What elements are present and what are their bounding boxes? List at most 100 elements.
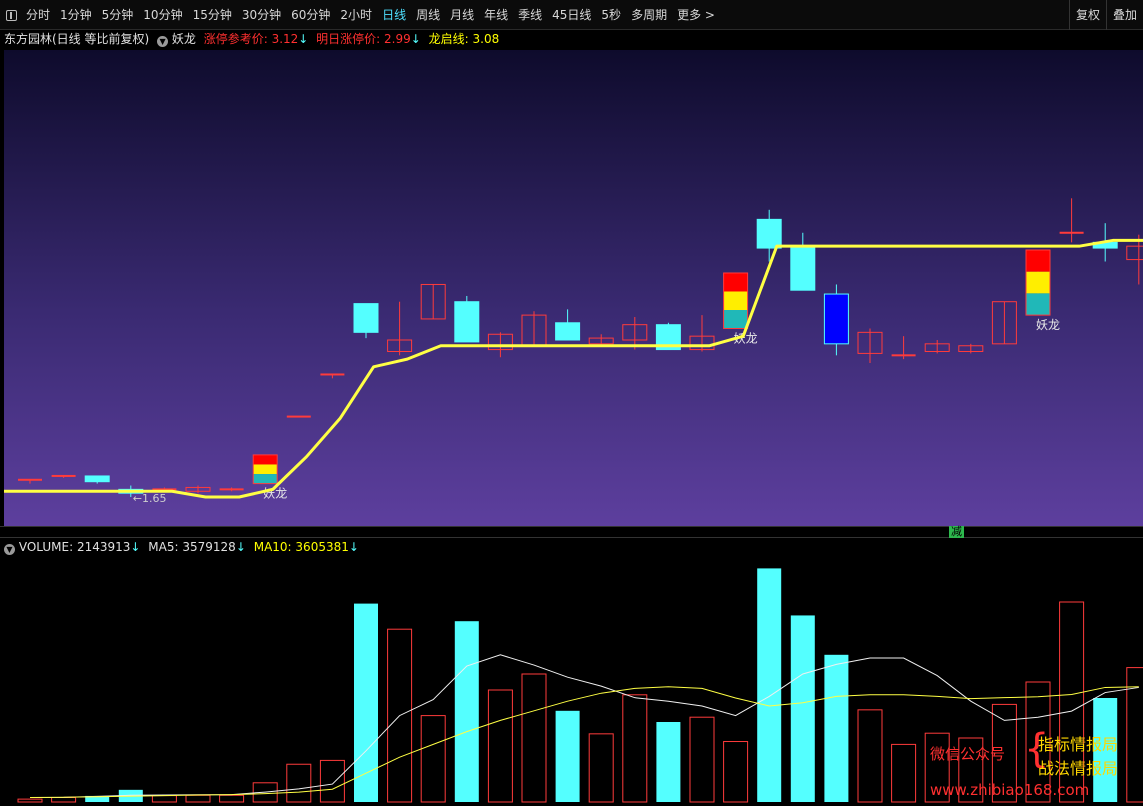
down-arrow-icon: ↓	[298, 32, 309, 46]
volume-bar	[588, 733, 614, 803]
candlestick	[823, 284, 849, 356]
volume-bar	[487, 689, 513, 803]
signal-segment-yellow	[1026, 271, 1050, 294]
signal-label: 妖龙	[1036, 318, 1060, 332]
candlestick	[219, 487, 244, 492]
period-tab[interactable]: 多周期	[626, 0, 672, 30]
indicator-selector[interactable]: ▼ 妖龙	[157, 30, 196, 49]
volume-bar	[354, 603, 378, 802]
candle-body	[790, 245, 816, 291]
candle-body	[891, 354, 916, 357]
volume-bar	[51, 797, 77, 803]
toolbar-right: 复权 叠加	[1068, 0, 1143, 30]
chevron-down-icon[interactable]: ▼	[157, 36, 169, 47]
period-tab[interactable]: 10分钟	[138, 0, 187, 30]
period-tab[interactable]: 2小时	[335, 0, 377, 30]
period-tabs: 分时 1分钟 5分钟 10分钟 15分钟 30分钟 60分钟 2小时 日线 周线 月线 年线 季线 45日…	[4, 0, 720, 30]
volume-bar	[319, 759, 345, 803]
candlestick	[51, 474, 76, 478]
period-toolbar: 分时 1分钟 5分钟 10分钟 15分钟 30分钟 60分钟 2小时 日线 周线 月线 年线 季线 45日…	[0, 0, 1143, 30]
candlestick	[18, 478, 42, 484]
reduce-marker: 减	[949, 525, 964, 538]
candle-body	[84, 475, 110, 483]
period-tab[interactable]: 45日线	[547, 0, 596, 30]
candle-body	[320, 373, 345, 376]
volume-bar	[151, 795, 177, 803]
signal-segment-red	[723, 272, 748, 292]
panel-toggle-icon[interactable]	[6, 9, 17, 21]
signal-segment-red	[253, 454, 278, 465]
volume-bar	[622, 694, 648, 803]
signal-segment-teal	[1026, 293, 1050, 316]
period-tab[interactable]: 5秒	[596, 0, 626, 30]
price-chart[interactable]: 妖龙妖龙妖龙←1.65	[4, 50, 1143, 526]
candlestick	[84, 475, 110, 484]
candlestick	[891, 336, 916, 360]
toolbar-button[interactable]: 复权	[1068, 0, 1106, 30]
candlestick	[1059, 198, 1084, 243]
volume-info-bar: ▼ VOLUME: 2143913↓ MA5: 3579128↓ MA10: 3…	[0, 538, 1143, 556]
period-tab[interactable]: 周线	[411, 0, 445, 30]
panel-divider[interactable]	[0, 526, 1143, 538]
candlestick	[588, 334, 614, 346]
low-price-marker: ←1.65	[133, 492, 167, 505]
ma5-readout: MA5: 3579128↓	[148, 540, 246, 554]
limit-ref: 涨停参考价: 3.12↓	[203, 32, 309, 46]
dragon-line-value: 龙启线: 3.08	[428, 32, 500, 46]
candlestick	[555, 309, 581, 341]
candle-body	[1059, 231, 1084, 234]
volume-bar	[185, 794, 211, 803]
volume-bar	[857, 709, 883, 803]
candle-body	[18, 478, 42, 481]
candlestick	[387, 301, 413, 356]
candle-body	[756, 218, 782, 249]
volume-bar	[757, 568, 782, 802]
period-tab[interactable]: 年线	[479, 0, 513, 30]
candle-body	[454, 301, 480, 343]
period-tab[interactable]: 1分钟	[55, 0, 97, 30]
period-tab[interactable]: 更多 >	[672, 0, 720, 30]
volume-bar	[824, 654, 849, 802]
ma10-readout: MA10: 3605381↓	[253, 540, 359, 554]
watermark-name1: 指标情报局	[1038, 735, 1119, 754]
volume-bar	[555, 710, 580, 802]
volume-bar	[219, 794, 245, 803]
down-arrow-icon: ↓	[410, 32, 421, 46]
candle-body	[555, 322, 581, 341]
candlestick	[924, 340, 950, 354]
volume-bar	[521, 673, 547, 803]
toolbar-button[interactable]: 叠加	[1105, 0, 1143, 30]
candle-body	[353, 303, 379, 333]
volume-bar	[689, 716, 715, 803]
volume-bar	[286, 763, 312, 803]
watermark: 微信公众号 { 指标情报局 战法情报局 www.zhibiao168.com	[930, 726, 1135, 801]
candle-body	[286, 415, 311, 418]
candlestick	[454, 295, 480, 343]
period-tab[interactable]: 日线	[377, 0, 411, 30]
next-limit: 明日涨停价: 2.99↓	[316, 32, 421, 46]
candlestick	[1126, 234, 1143, 285]
dragon-line	[4, 238, 1143, 499]
candle-body	[219, 488, 244, 491]
chevron-down-icon[interactable]: ▼	[4, 544, 15, 555]
candlestick	[286, 415, 311, 418]
period-tab[interactable]: 30分钟	[237, 0, 286, 30]
period-tab[interactable]: 分时	[21, 0, 55, 30]
volume-bar	[454, 621, 479, 802]
period-tab[interactable]: 月线	[445, 0, 479, 30]
candlestick	[185, 485, 211, 494]
signal-segment-teal	[723, 310, 748, 329]
volume-readout: VOLUME: 2143913↓	[18, 540, 141, 554]
stock-title: 东方园林(日线 等比前复权)	[4, 32, 150, 46]
candlestick	[320, 373, 345, 379]
period-tab[interactable]: 15分钟	[188, 0, 237, 30]
volume-bar	[420, 715, 446, 803]
info-bar: 东方园林(日线 等比前复权) ▼ 妖龙 涨停参考价: 3.12↓ 明日涨停价: …	[0, 30, 1143, 49]
period-tab[interactable]: 60分钟	[286, 0, 335, 30]
volume-bar	[723, 741, 749, 803]
signal-segment-teal	[253, 474, 278, 484]
period-tab[interactable]: 季线	[513, 0, 547, 30]
candlestick	[790, 232, 816, 291]
price-chart-panel[interactable]: 妖龙 妖龙 妖龙 ←1.65	[4, 50, 1143, 526]
period-tab[interactable]: 5分钟	[97, 0, 139, 30]
